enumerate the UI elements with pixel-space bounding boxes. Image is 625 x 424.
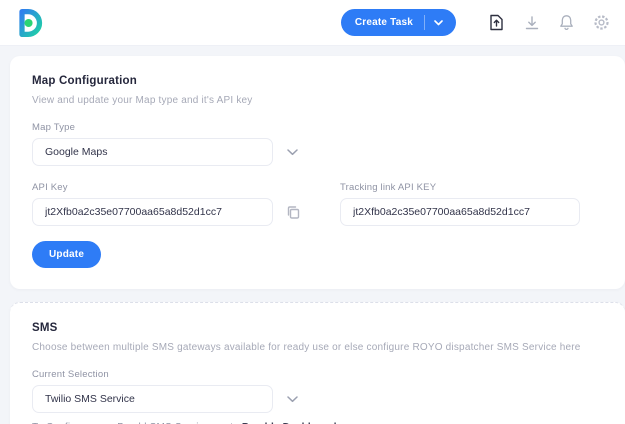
- map-card-title: Map Configuration: [32, 75, 603, 87]
- api-key-label: API Key: [32, 182, 300, 193]
- map-type-value: Google Maps: [45, 146, 107, 158]
- api-key-input-row: [32, 198, 300, 226]
- map-type-select-row: Google Maps: [32, 138, 603, 166]
- button-divider: [424, 15, 425, 30]
- sms-card-subtitle: Choose between multiple SMS gateways ava…: [32, 342, 603, 353]
- app-logo[interactable]: [15, 7, 45, 39]
- map-card-subtitle: View and update your Map type and it's A…: [32, 95, 603, 106]
- chevron-down-icon[interactable]: [434, 20, 456, 26]
- copy-icon[interactable]: [286, 205, 300, 220]
- tracking-key-input-row: [340, 198, 580, 226]
- sms-card-title: SMS: [32, 322, 603, 334]
- bell-icon[interactable]: [558, 14, 575, 31]
- chevron-down-icon[interactable]: [287, 396, 298, 403]
- api-key-input[interactable]: [32, 198, 273, 226]
- chevron-down-icon[interactable]: [287, 149, 298, 156]
- royo-d-logo-icon: [15, 8, 43, 38]
- top-bar: Create Task: [0, 0, 625, 46]
- create-task-button[interactable]: Create Task: [341, 9, 456, 36]
- sms-gateway-select[interactable]: Twilio SMS Service: [32, 385, 273, 413]
- tracking-key-label: Tracking link API KEY: [340, 182, 580, 193]
- sms-gateway-select-row: Twilio SMS Service: [32, 385, 603, 413]
- api-key-column: API Key: [32, 166, 300, 226]
- map-type-select[interactable]: Google Maps: [32, 138, 273, 166]
- page-content: Map Configuration View and update your M…: [0, 46, 625, 424]
- update-button[interactable]: Update: [32, 241, 101, 268]
- tracking-key-input[interactable]: [340, 198, 580, 226]
- map-type-label: Map Type: [32, 122, 603, 133]
- download-icon[interactable]: [523, 14, 540, 31]
- header-actions: Create Task: [341, 9, 610, 36]
- gear-icon[interactable]: [593, 14, 610, 31]
- map-configuration-card: Map Configuration View and update your M…: [10, 56, 625, 289]
- export-file-icon[interactable]: [488, 14, 505, 31]
- tracking-key-column: Tracking link API KEY: [340, 166, 580, 226]
- current-selection-label: Current Selection: [32, 369, 603, 380]
- create-task-label: Create Task: [355, 17, 413, 28]
- sms-gateway-value: Twilio SMS Service: [45, 393, 135, 405]
- sms-card: SMS Choose between multiple SMS gateways…: [10, 302, 625, 424]
- header-icon-group: [488, 14, 610, 31]
- api-keys-row: API Key Tracking link API KEY: [32, 166, 603, 226]
